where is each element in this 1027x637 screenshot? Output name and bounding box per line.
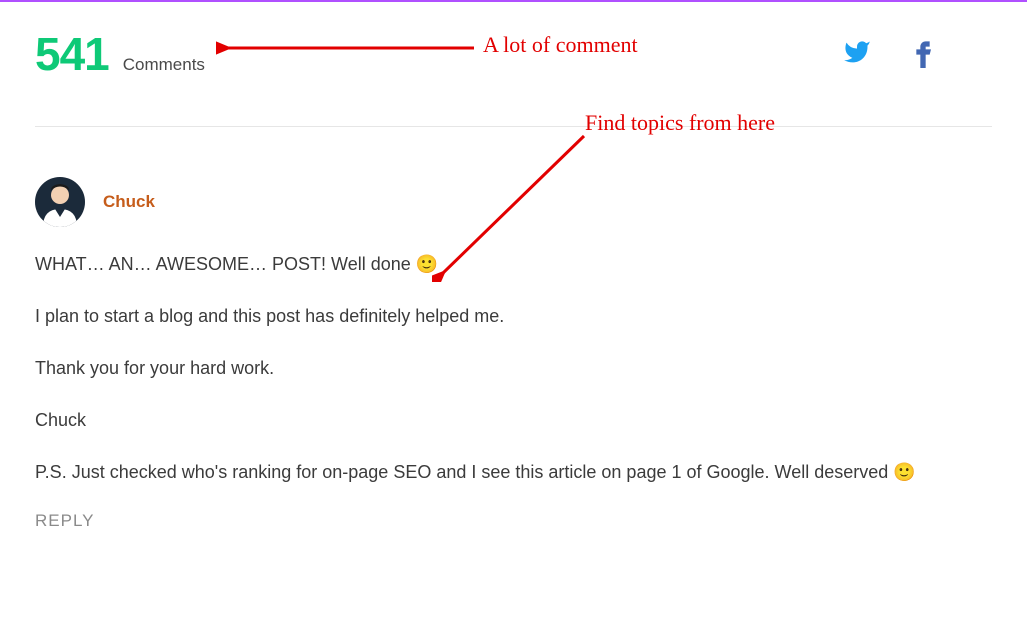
comment-paragraph: Thank you for your hard work. [35,355,992,381]
facebook-icon[interactable] [914,36,932,73]
comment-body: WHAT… AN… AWESOME… POST! Well done 🙂 I p… [35,251,992,485]
social-share [840,36,992,73]
comment-paragraph: I plan to start a blog and this post has… [35,303,992,329]
comment-header: Chuck [35,177,992,227]
comments-label: Comments [123,55,205,75]
twitter-icon[interactable] [840,38,874,71]
comment-author[interactable]: Chuck [103,192,155,212]
avatar [35,177,85,227]
comment-paragraph: P.S. Just checked who's ranking for on-p… [35,459,992,485]
comment-item: Chuck WHAT… AN… AWESOME… POST! Well done… [35,177,992,531]
reply-button[interactable]: REPLY [35,511,992,531]
divider [35,126,992,127]
comments-count: 541 [35,27,109,81]
comment-paragraph: Chuck [35,407,992,433]
comment-paragraph: WHAT… AN… AWESOME… POST! Well done 🙂 [35,251,992,277]
comments-header: 541 Comments [35,27,992,81]
comments-count-wrap: 541 Comments [35,27,205,81]
